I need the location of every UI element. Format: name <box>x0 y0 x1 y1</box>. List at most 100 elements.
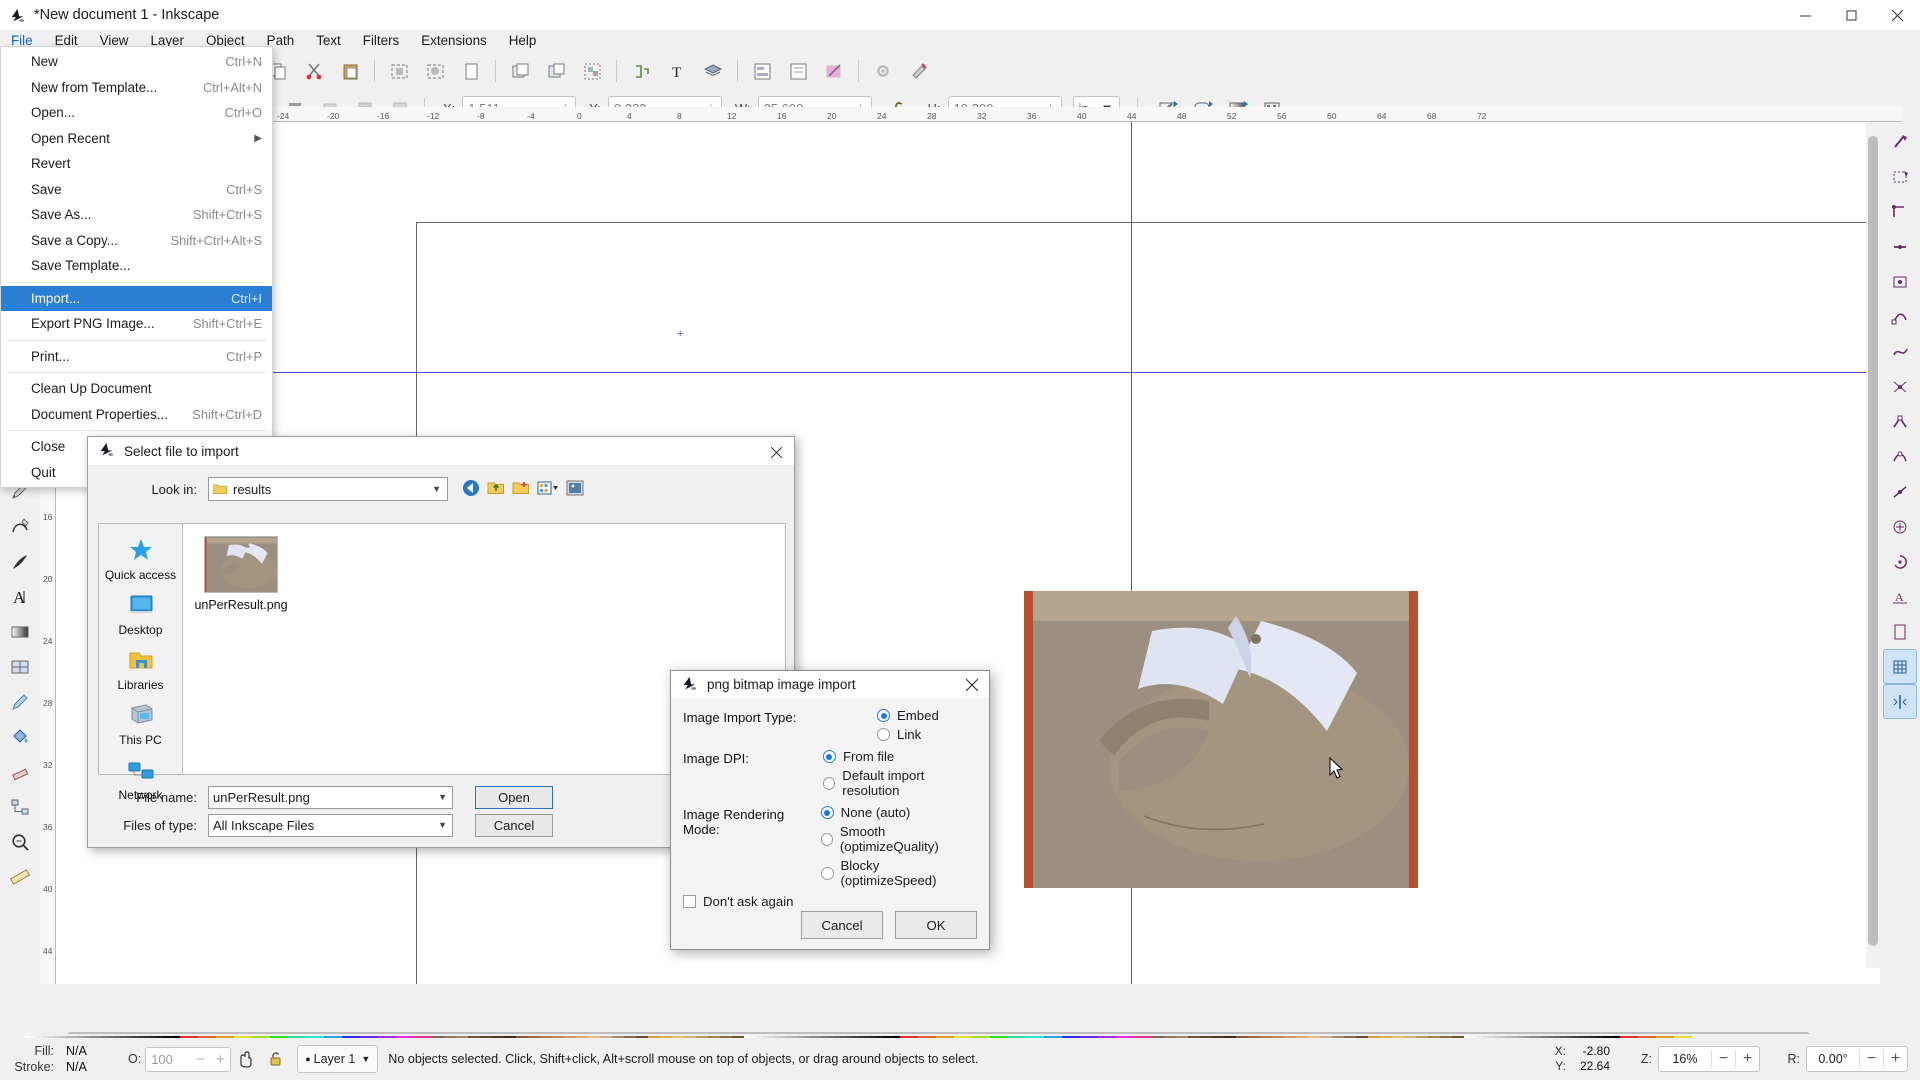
minimize-button[interactable] <box>1782 0 1828 30</box>
close-icon[interactable] <box>960 674 984 695</box>
layer-lock-icon[interactable] <box>261 1042 291 1077</box>
radio-link[interactable]: Link <box>877 727 939 742</box>
snap-bounding-box-icon[interactable] <box>1883 159 1917 194</box>
connector-tool-icon[interactable] <box>3 789 37 824</box>
file-menu-item-open-recent[interactable]: Open Recent▶ <box>1 126 272 152</box>
file-menu-item-save-template[interactable]: Save Template... <box>1 253 272 279</box>
file-menu-item-save[interactable]: SaveCtrl+S <box>1 177 272 203</box>
zoom-drawing-icon[interactable] <box>418 55 452 87</box>
layer-selector[interactable]: ● Layer 1 ▼ <box>297 1045 378 1073</box>
file-menu-item-export-png-image[interactable]: Export PNG Image...Shift+Ctrl+E <box>1 311 272 337</box>
import-type-options[interactable]: EmbedLink <box>877 708 939 742</box>
zoom-out-button[interactable]: − <box>1711 1050 1735 1068</box>
text-tool-icon[interactable]: T <box>660 55 694 87</box>
file-menu-item-new[interactable]: NewCtrl+N <box>1 49 272 75</box>
snap-bbox-corner-icon[interactable] <box>1883 194 1917 229</box>
menu-item-filters[interactable]: Filters <box>352 30 410 52</box>
fill-stroke-icon[interactable] <box>817 55 851 87</box>
file-menu-item-document-properties[interactable]: Document Properties...Shift+Ctrl+D <box>1 402 272 428</box>
zoom-field[interactable]: 16% − + <box>1658 1046 1760 1072</box>
radio-none-auto[interactable]: None (auto) <box>821 805 977 820</box>
document-settings-icon[interactable] <box>902 55 936 87</box>
maximize-button[interactable] <box>1828 0 1874 30</box>
new-folder-icon[interactable] <box>512 479 530 500</box>
rendering-options[interactable]: None (auto) Smooth (optimizeQuality) Block… <box>821 805 977 888</box>
radio-from-file[interactable]: From file <box>823 749 977 764</box>
radio-blocky-optimizespeed[interactable]: Blocky (optimizeSpeed) <box>821 858 977 888</box>
snap-rotation-centers-icon[interactable] <box>1883 544 1917 579</box>
snap-grids-icon[interactable] <box>1883 649 1917 684</box>
opacity-input[interactable] <box>146 1048 190 1071</box>
paintbucket-tool-icon[interactable] <box>3 719 37 754</box>
dpi-options[interactable]: From file Default import resolution <box>823 749 977 798</box>
enable-snapping-icon[interactable] <box>1883 124 1917 159</box>
snap-cusp-nodes-icon[interactable] <box>1883 404 1917 439</box>
opacity-decrement-button[interactable]: − <box>190 1048 210 1071</box>
snap-path-icon[interactable] <box>1883 334 1917 369</box>
radio-smooth-optimizequality[interactable]: Smooth (optimizeQuality) <box>821 824 977 854</box>
vertical-scroll-thumb[interactable] <box>1868 136 1878 946</box>
rotation-control[interactable]: R: 0.00° − + <box>1788 1046 1909 1072</box>
view-menu-icon[interactable] <box>537 479 559 500</box>
menu-item-text[interactable]: Text <box>305 30 352 52</box>
snap-text-baseline-icon[interactable]: A <box>1883 579 1917 614</box>
file-menu-item-print[interactable]: Print...Ctrl+P <box>1 344 272 370</box>
rotation-increment-button[interactable]: + <box>1883 1050 1907 1068</box>
dont-ask-again-checkbox[interactable]: Don't ask again <box>683 894 977 909</box>
vertical-scrollbar[interactable] <box>1866 122 1880 968</box>
menu-item-extensions[interactable]: Extensions <box>410 30 498 52</box>
zoom-selection-icon[interactable] <box>382 55 416 87</box>
file-menu-item-new-from-template[interactable]: New from Template...Ctrl+Alt+N <box>1 75 272 101</box>
bezier-tool-icon[interactable] <box>3 509 37 544</box>
eraser-tool-icon[interactable] <box>3 754 37 789</box>
snap-path-intersection-icon[interactable] <box>1883 369 1917 404</box>
opacity-field[interactable]: − + <box>145 1047 231 1072</box>
radio-default-import-resolution[interactable]: Default import resolution <box>823 768 977 798</box>
open-button[interactable]: Open <box>475 786 553 809</box>
cut-icon[interactable] <box>297 55 331 87</box>
align-dialog-icon[interactable] <box>745 55 779 87</box>
close-icon[interactable] <box>764 441 788 463</box>
rotation-decrement-button[interactable]: − <box>1859 1050 1883 1068</box>
snap-guides-icon[interactable] <box>1883 684 1917 719</box>
imported-photo-preview[interactable] <box>1024 591 1418 888</box>
preview-pane-icon[interactable] <box>566 479 584 500</box>
png-import-dialog[interactable]: png bitmap image import Image Import Typ… <box>670 670 990 950</box>
fill-stroke-indicator[interactable]: Fill: N/A Stroke: N/A <box>0 1043 120 1075</box>
zoom-control[interactable]: Z: 16% − + <box>1641 1046 1760 1072</box>
place-item-this-pc[interactable]: This PC <box>102 699 180 750</box>
ruler-tool-icon[interactable] <box>3 859 37 894</box>
paste-icon[interactable] <box>333 55 367 87</box>
up-one-level-icon[interactable] <box>487 479 505 500</box>
snap-bbox-midpoint-icon[interactable] <box>1883 264 1917 299</box>
zoom-page-icon[interactable] <box>454 55 488 87</box>
place-item-quick-access[interactable]: Quick access <box>102 534 180 585</box>
horizontal-guide[interactable] <box>56 372 1902 373</box>
file-menu-item-revert[interactable]: Revert <box>1 151 272 177</box>
file-menu-item-import[interactable]: Import...Ctrl+I <box>1 286 272 312</box>
file-menu-item-save-a-copy[interactable]: Save a Copy...Shift+Ctrl+Alt+S <box>1 228 272 254</box>
dropper-tool-icon[interactable] <box>3 684 37 719</box>
file-name-input[interactable]: unPerResult.png ▼ <box>208 786 453 809</box>
file-menu-item-save-as[interactable]: Save As...Shift+Ctrl+S <box>1 202 272 228</box>
opacity-control[interactable]: O: − + <box>128 1047 231 1072</box>
opacity-increment-button[interactable]: + <box>210 1048 230 1071</box>
places-sidebar[interactable]: Quick accessDesktopLibrariesThis PCNetwo… <box>98 523 182 775</box>
ok-button[interactable]: OK <box>895 911 977 939</box>
snap-nodes-icon[interactable] <box>1883 299 1917 334</box>
file-menu-item-clean-up-document[interactable]: Clean Up Document <box>1 376 272 402</box>
clone-icon[interactable] <box>539 55 573 87</box>
snap-bbox-edge-icon[interactable] <box>1883 229 1917 264</box>
text-tool-icon[interactable]: A <box>3 579 37 614</box>
look-in-dropdown[interactable]: results ▼ <box>208 477 448 501</box>
layers-icon[interactable] <box>696 55 730 87</box>
preferences-icon[interactable] <box>866 55 900 87</box>
rotation-field[interactable]: 0.00° − + <box>1806 1046 1908 1072</box>
calligraphy-tool-icon[interactable] <box>3 544 37 579</box>
zoom-page-tool-icon[interactable] <box>3 824 37 859</box>
file-menu-dropdown[interactable]: NewCtrl+NNew from Template...Ctrl+Alt+N O… <box>0 46 273 488</box>
close-button[interactable] <box>1874 0 1920 30</box>
object-properties-icon[interactable] <box>781 55 815 87</box>
snap-object-centers-icon[interactable] <box>1883 509 1917 544</box>
duplicate-icon[interactable] <box>503 55 537 87</box>
